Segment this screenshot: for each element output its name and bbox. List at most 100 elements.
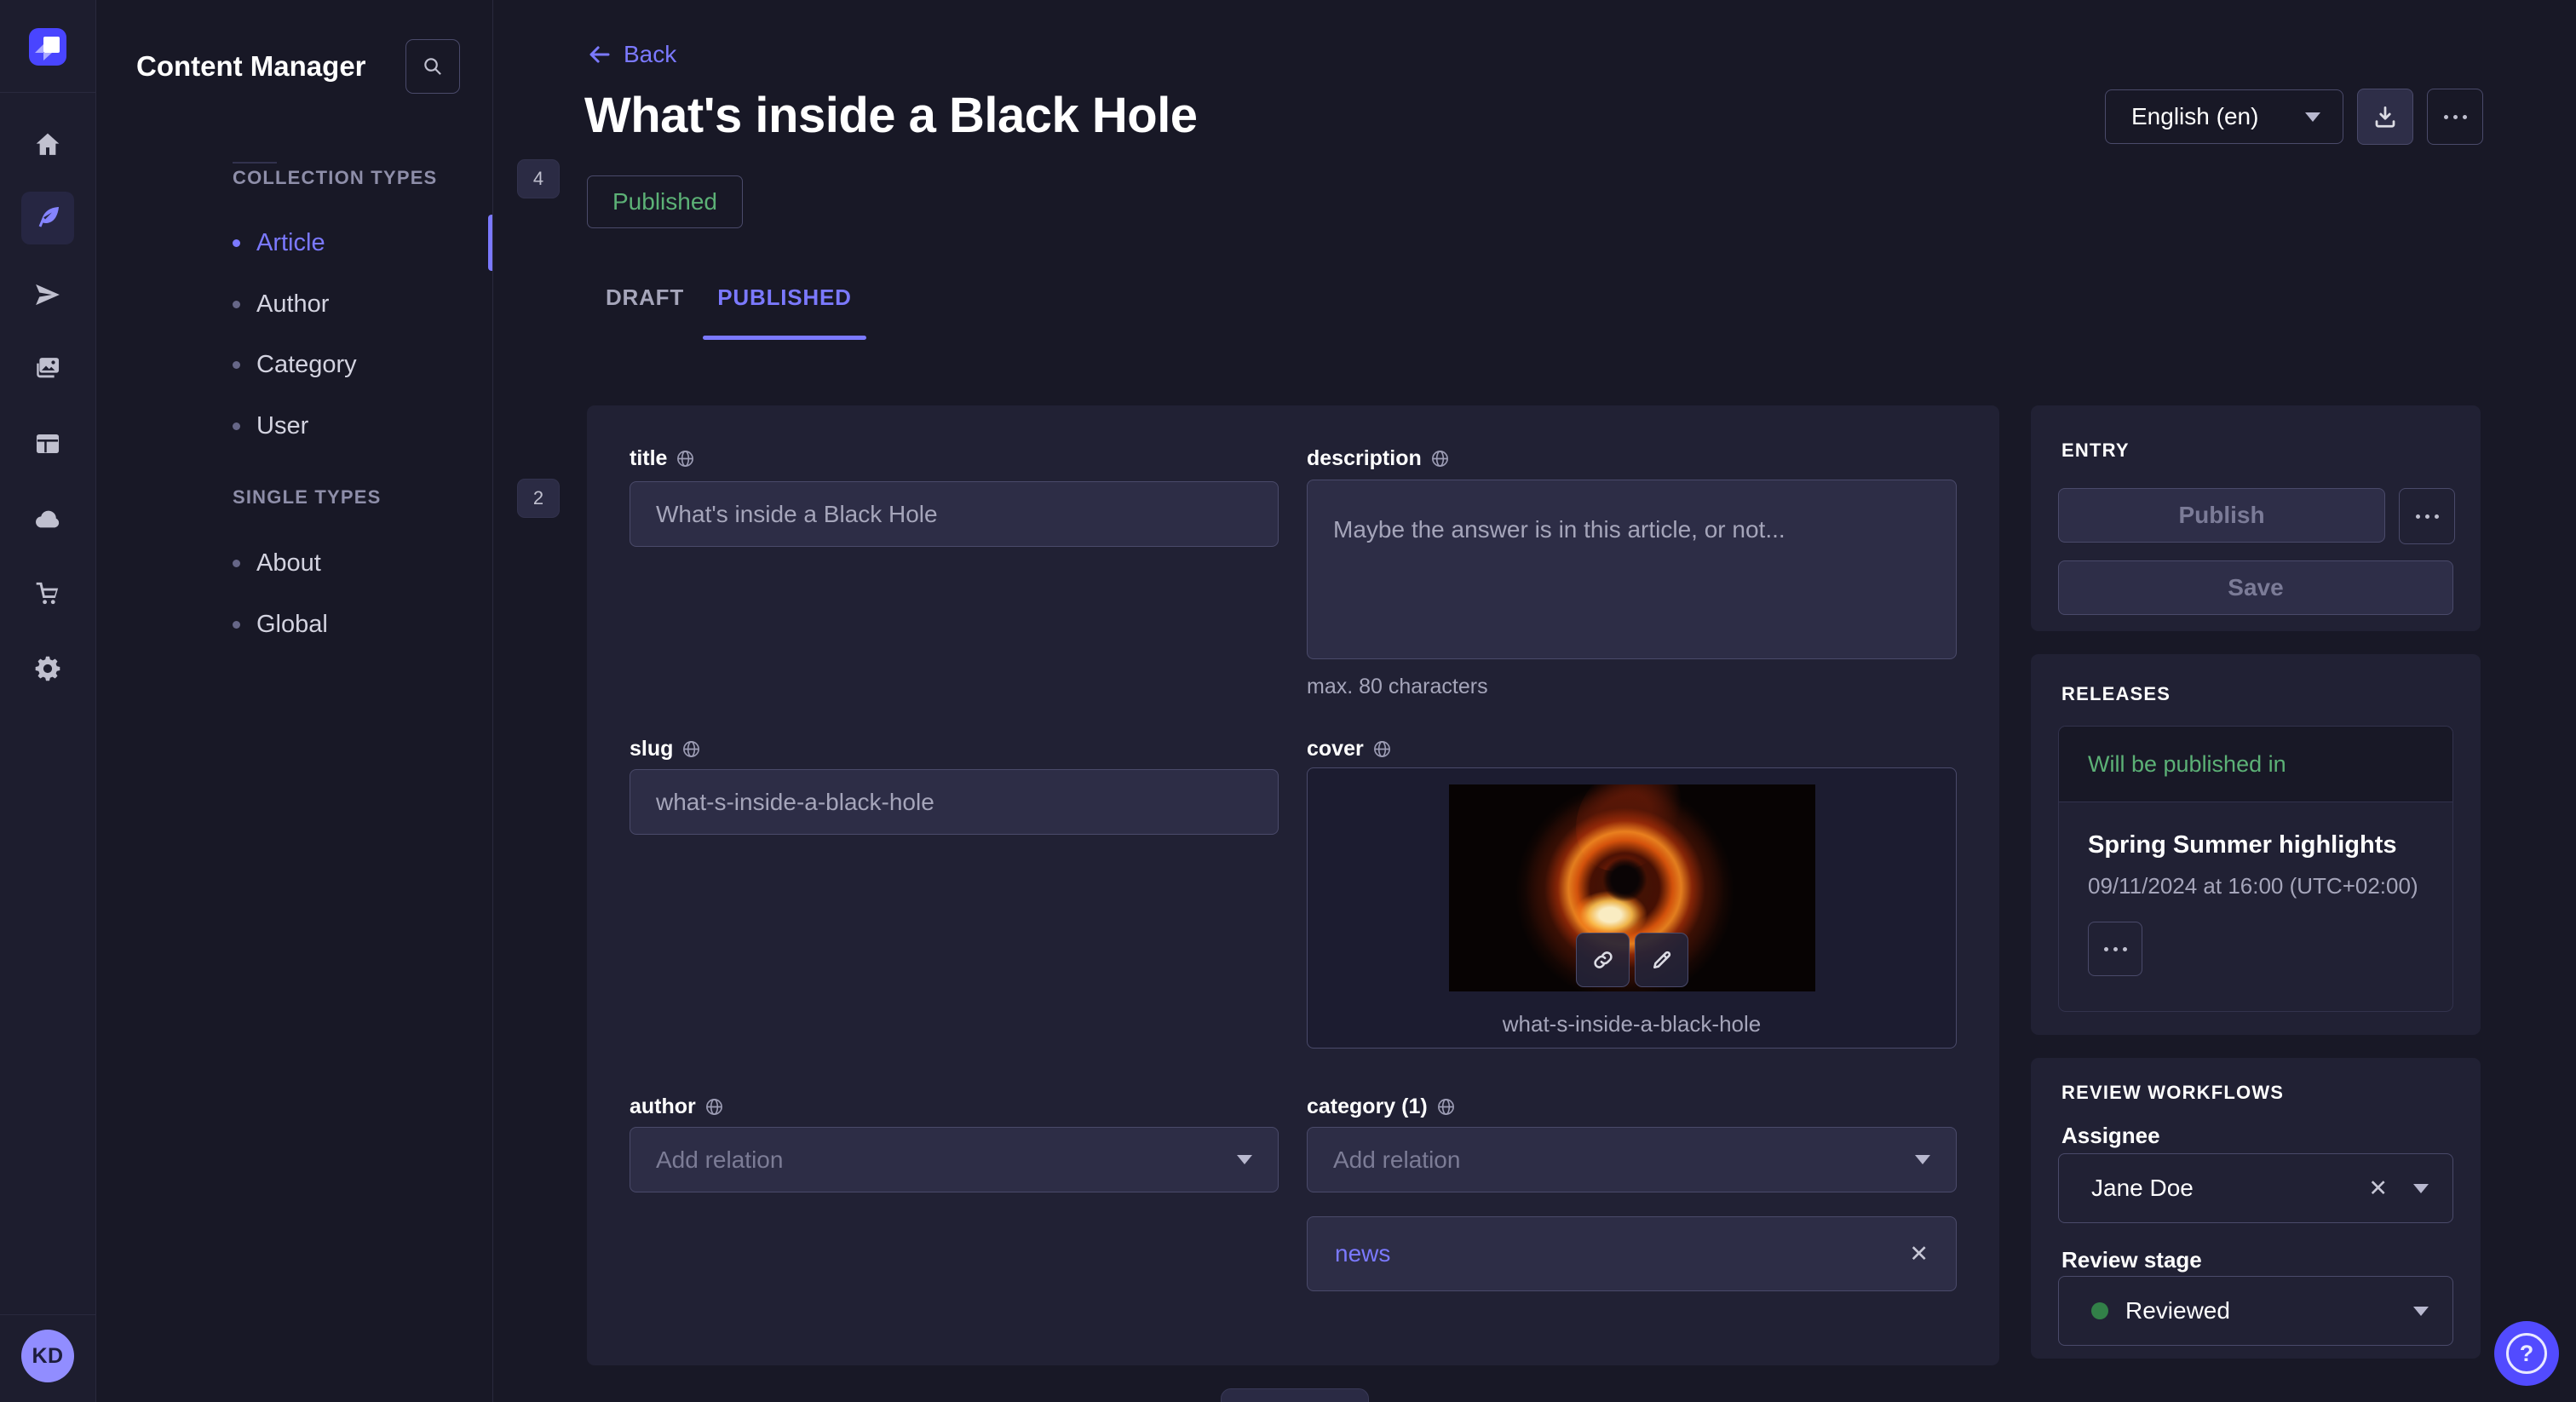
tab-draft[interactable]: DRAFT: [587, 266, 703, 342]
header-actions: English (en): [2105, 89, 2483, 145]
globe-icon: [1372, 739, 1392, 759]
stage-status-dot: [2091, 1302, 2108, 1319]
globe-icon: [681, 739, 701, 759]
content-type-builder-icon[interactable]: [0, 417, 95, 471]
cover-caption: what-s-inside-a-black-hole: [1308, 1011, 1956, 1037]
release-card-header: Will be published in: [2059, 727, 2452, 802]
strapi-logo-icon: [29, 28, 66, 66]
chevron-down-icon: [1915, 1155, 1930, 1164]
collection-types-count: 4: [517, 159, 560, 198]
releases-panel-title: RELEASES: [2061, 683, 2171, 705]
scroll-to-bottom-button[interactable]: [1221, 1388, 1369, 1402]
cover-field-label: cover: [1307, 737, 1392, 761]
save-button[interactable]: Save: [2058, 560, 2453, 615]
cover-image-actions: [1576, 933, 1688, 987]
author-field-label: author: [630, 1095, 724, 1119]
category-relation-select[interactable]: Add relation: [1307, 1127, 1957, 1192]
relation-news-link[interactable]: news: [1335, 1240, 1390, 1267]
bullet-icon: [233, 560, 240, 567]
globe-icon: [1430, 449, 1450, 468]
bullet-icon: [233, 239, 240, 247]
edit-media-button[interactable]: [1635, 933, 1688, 987]
sidebar-item-article[interactable]: Article: [233, 218, 325, 267]
user-avatar[interactable]: KD: [21, 1330, 74, 1382]
cloud-icon[interactable]: [0, 492, 95, 547]
search-icon: [422, 55, 444, 78]
copy-link-button[interactable]: [1576, 933, 1630, 987]
entry-panel-title: ENTRY: [2061, 440, 2130, 462]
release-more-options-button[interactable]: [2088, 922, 2142, 976]
settings-gear-icon[interactable]: [0, 641, 95, 696]
review-workflows-panel: REVIEW WORKFLOWS Assignee Jane Doe ✕ Rev…: [2031, 1058, 2481, 1359]
back-link[interactable]: Back: [587, 41, 676, 68]
home-icon[interactable]: [0, 118, 95, 172]
more-options-icon: [2444, 115, 2467, 119]
chevron-down-icon: [2305, 112, 2320, 122]
bullet-icon: [233, 361, 240, 369]
single-types-count: 2: [517, 479, 560, 518]
description-field-label: description: [1307, 446, 1450, 471]
globe-icon: [1436, 1097, 1456, 1117]
cover-media-card: what-s-inside-a-black-hole: [1307, 767, 1957, 1049]
category-field-label: category (1): [1307, 1095, 1456, 1119]
title-field-label: title: [630, 446, 695, 471]
chevron-down-icon: [1237, 1155, 1252, 1164]
remove-relation-icon[interactable]: ✕: [1909, 1241, 1929, 1267]
content-manager-icon[interactable]: [21, 192, 74, 244]
chevron-down-icon: [2413, 1307, 2429, 1316]
description-hint: max. 80 characters: [1307, 675, 1488, 699]
releases-panel: RELEASES Will be published in Spring Sum…: [2031, 654, 2481, 1035]
entry-panel: ENTRY Publish Save: [2031, 405, 2481, 631]
review-stage-combobox[interactable]: Reviewed: [2058, 1276, 2453, 1346]
review-panel-title: REVIEW WORKFLOWS: [2061, 1082, 2284, 1104]
more-options-icon: [2104, 947, 2127, 951]
media-library-icon[interactable]: [0, 341, 95, 395]
review-stage-label: Review stage: [2061, 1247, 2202, 1273]
tab-published[interactable]: PUBLISHED: [703, 266, 866, 342]
cover-image-black-hole[interactable]: [1449, 784, 1815, 991]
marketplace-cart-icon[interactable]: [0, 566, 95, 620]
strapi-logo[interactable]: [29, 28, 66, 66]
chevron-down-icon: [2413, 1184, 2429, 1193]
title-input[interactable]: What's inside a Black Hole: [630, 481, 1279, 547]
main-nav-rail: KD: [0, 0, 96, 1402]
sidebar-item-global[interactable]: Global: [233, 600, 328, 649]
help-button[interactable]: ?: [2494, 1321, 2559, 1386]
clear-assignee-icon[interactable]: ✕: [2368, 1175, 2388, 1202]
rail-bottom-divider: [0, 1314, 95, 1315]
release-card: Will be published in Spring Summer highl…: [2058, 726, 2453, 1012]
more-options-button[interactable]: [2427, 89, 2483, 145]
entry-form-panel: title What's inside a Black Hole descrip…: [587, 405, 1999, 1365]
entry-more-options-button[interactable]: [2399, 488, 2455, 544]
export-button[interactable]: [2357, 89, 2413, 145]
draft-published-tabs: DRAFT PUBLISHED: [587, 266, 866, 342]
strapi-content-manager-app: KD Content Manager COLLECTION TYPES 4 Ar…: [0, 0, 2576, 1402]
search-button[interactable]: [405, 39, 460, 94]
author-relation-select[interactable]: Add relation: [630, 1127, 1279, 1192]
collection-types-header: COLLECTION TYPES: [233, 167, 458, 189]
pencil-icon: [1650, 948, 1674, 972]
description-textarea[interactable]: Maybe the answer is in this article, or …: [1307, 480, 1957, 659]
release-date: 09/11/2024 at 16:00 (UTC+02:00): [2088, 873, 2424, 899]
rail-divider: [0, 92, 95, 93]
sidebar-item-about[interactable]: About: [233, 538, 321, 588]
publish-button[interactable]: Publish: [2058, 488, 2385, 543]
sidebar-item-category[interactable]: Category: [233, 340, 357, 389]
active-item-indicator: [488, 215, 492, 271]
link-icon: [1591, 948, 1615, 972]
sidebar-item-user[interactable]: User: [233, 401, 308, 451]
globe-icon: [704, 1097, 724, 1117]
slug-field-label: slug: [630, 737, 701, 761]
send-plane-icon[interactable]: [0, 267, 95, 322]
download-icon: [2372, 104, 2398, 129]
single-types-header: SINGLE TYPES: [233, 486, 458, 509]
bullet-icon: [233, 621, 240, 629]
release-name[interactable]: Spring Summer highlights: [2088, 831, 2424, 859]
locale-select[interactable]: English (en): [2105, 89, 2343, 144]
page-title: What's inside a Black Hole: [584, 87, 1198, 144]
assignee-combobox[interactable]: Jane Doe ✕: [2058, 1153, 2453, 1223]
bullet-icon: [233, 301, 240, 308]
sidebar-item-author[interactable]: Author: [233, 279, 329, 329]
subnav-title: Content Manager: [136, 50, 366, 83]
slug-input[interactable]: what-s-inside-a-black-hole: [630, 769, 1279, 835]
